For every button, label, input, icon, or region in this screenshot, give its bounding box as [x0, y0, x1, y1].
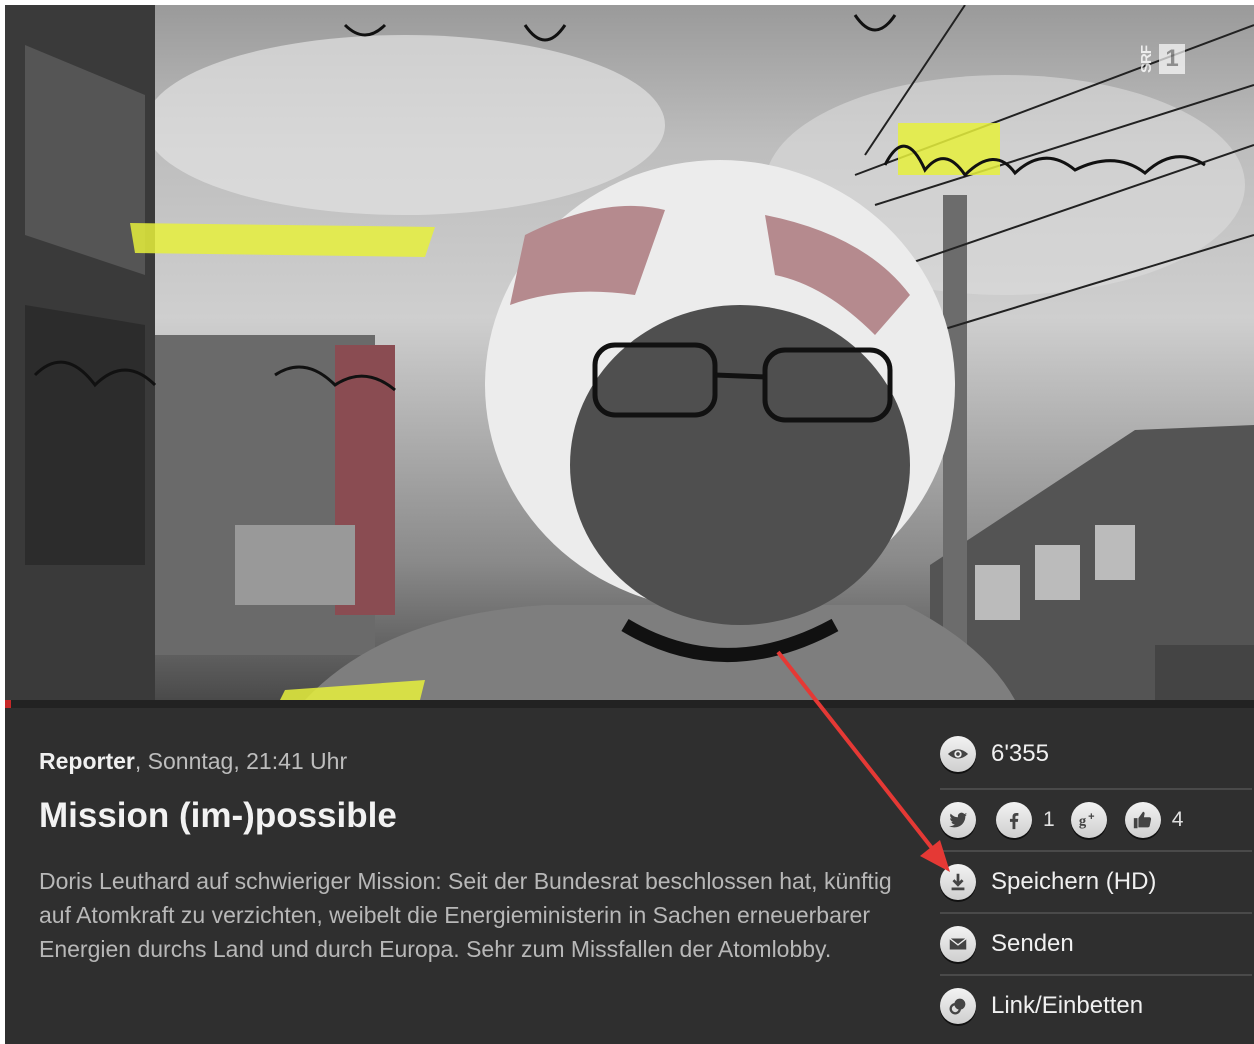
channel-logo: SRF 1 — [1138, 42, 1185, 76]
google-plus-icon[interactable]: g + — [1070, 802, 1107, 838]
episode-description: Doris Leuthard auf schwieriger Mission: … — [39, 868, 892, 962]
eye-icon — [940, 736, 976, 772]
like-count: 4 — [1171, 808, 1184, 831]
svg-text:g: g — [1079, 814, 1087, 830]
episode-meta: Reporter, Sonntag, 21:41 Uhr — [39, 748, 347, 775]
views-row: 6'355 — [940, 736, 1252, 772]
episode-title: Mission (im-)possible — [39, 796, 397, 835]
view-count: 6'355 — [991, 740, 1049, 767]
channel-number: 1 — [1159, 44, 1185, 74]
channel-name: SRF — [1138, 45, 1155, 73]
progress-fill — [5, 700, 12, 708]
social-row: 1 g + 4 — [940, 788, 1252, 850]
video-frame — [5, 5, 1254, 700]
envelope-icon — [940, 926, 976, 962]
airtime: , Sonntag, 21:41 Uhr — [134, 748, 348, 774]
download-icon — [940, 864, 976, 900]
video-player[interactable]: SRF 1 — [5, 5, 1254, 700]
link-embed-label: Link/Einbetten — [991, 992, 1144, 1019]
video-progress-bar[interactable] — [5, 700, 1254, 708]
twitter-icon[interactable] — [940, 802, 976, 838]
link-embed-button[interactable]: Link/Einbetten — [940, 974, 1252, 1036]
episode-info-panel: Reporter, Sonntag, 21:41 Uhr Mission (im… — [5, 708, 1254, 1044]
send-button[interactable]: Senden — [940, 912, 1252, 974]
facebook-icon[interactable] — [996, 802, 1032, 838]
save-hd-button[interactable]: Speichern (HD) — [940, 850, 1252, 912]
send-label: Senden — [991, 930, 1074, 957]
save-hd-label: Speichern (HD) — [991, 868, 1157, 895]
show-name[interactable]: Reporter — [39, 748, 135, 774]
facebook-count: 1 — [1043, 808, 1055, 831]
svg-text:+: + — [1088, 811, 1094, 823]
link-icon — [940, 988, 976, 1024]
thumbs-up-icon[interactable] — [1124, 802, 1161, 838]
